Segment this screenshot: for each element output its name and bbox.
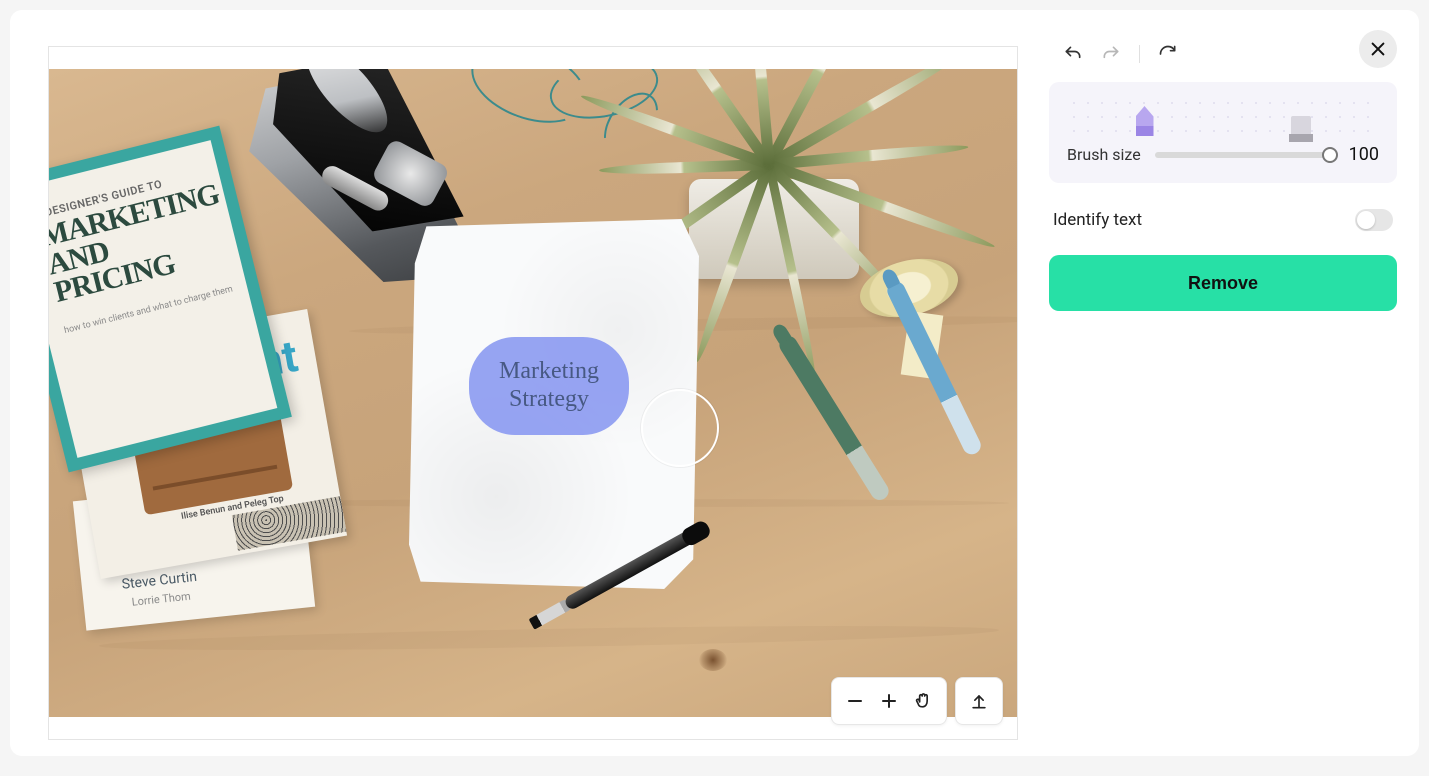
export-button[interactable]	[962, 684, 996, 718]
pan-button[interactable]	[906, 684, 940, 718]
identify-text-label: Identify text	[1053, 210, 1142, 230]
refresh-icon	[1158, 44, 1178, 64]
brush-cursor	[641, 389, 719, 467]
draw-tool-button[interactable]	[1136, 106, 1154, 136]
redo-icon	[1101, 44, 1121, 64]
book-author-2: Lorrie Thom	[131, 590, 191, 609]
brush-size-value: 100	[1345, 144, 1379, 165]
zoom-out-button[interactable]	[838, 684, 872, 718]
close-button[interactable]	[1359, 30, 1397, 68]
reset-button[interactable]	[1158, 44, 1178, 64]
selection-mask[interactable]: MarketingStrategy	[469, 337, 629, 435]
hand-icon	[913, 691, 933, 711]
remove-button[interactable]: Remove	[1049, 255, 1397, 311]
canvas-pane: Steve Curtin Lorrie Thom ht Ilise Benun …	[10, 10, 1029, 756]
undo-button[interactable]	[1063, 44, 1083, 64]
mask-text: MarketingStrategy	[499, 358, 599, 413]
history-controls	[1063, 44, 1397, 64]
plus-icon	[879, 691, 899, 711]
zoom-group	[831, 677, 947, 725]
minus-icon	[845, 691, 865, 711]
export-group	[955, 677, 1003, 725]
slider-thumb[interactable]	[1322, 147, 1338, 163]
identify-text-toggle[interactable]	[1355, 209, 1393, 231]
identify-text-row: Identify text	[1053, 209, 1393, 231]
close-icon	[1369, 40, 1387, 58]
side-panel: Brush size 100 Identify text Remove	[1029, 10, 1419, 756]
brush-tool-box: Brush size 100	[1049, 82, 1397, 183]
canvas-frame[interactable]: Steve Curtin Lorrie Thom ht Ilise Benun …	[48, 46, 1018, 740]
redo-button[interactable]	[1101, 44, 1121, 64]
editing-image[interactable]: Steve Curtin Lorrie Thom ht Ilise Benun …	[49, 69, 1017, 717]
marker-green	[776, 333, 892, 504]
erase-tool-button[interactable]	[1291, 116, 1311, 136]
wood-knot	[699, 649, 727, 671]
zoom-in-button[interactable]	[872, 684, 906, 718]
tool-selector	[1067, 96, 1379, 136]
brush-size-row: Brush size 100	[1067, 144, 1379, 165]
separator	[1139, 45, 1140, 63]
upload-icon	[969, 691, 989, 711]
canvas-toolbar	[831, 677, 1003, 725]
brush-size-slider[interactable]	[1155, 152, 1331, 158]
undo-icon	[1063, 44, 1083, 64]
wood-texture	[99, 621, 999, 655]
editor-app: Steve Curtin Lorrie Thom ht Ilise Benun …	[10, 10, 1419, 756]
brush-size-label: Brush size	[1067, 145, 1141, 164]
